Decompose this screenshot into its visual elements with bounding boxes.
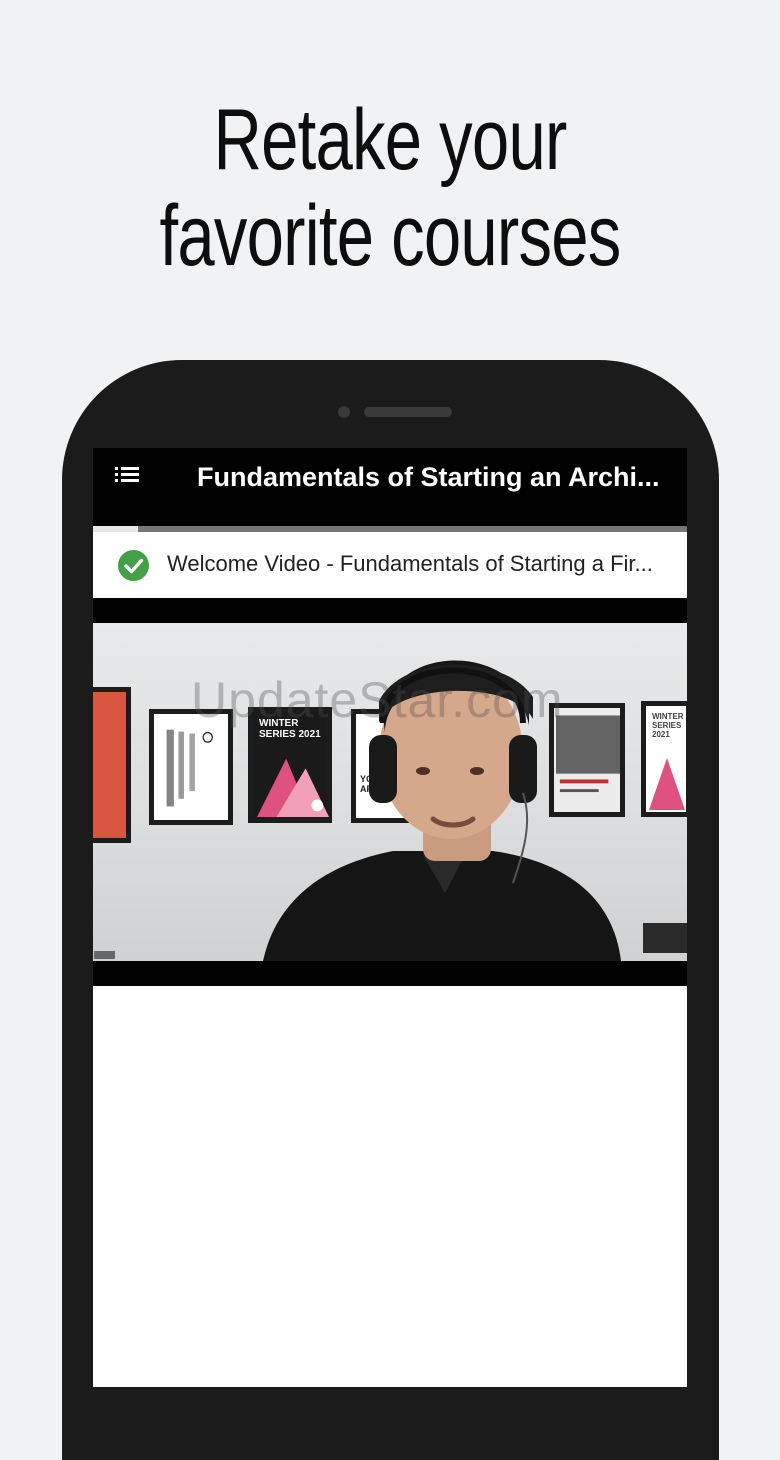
video-player[interactable]: WINTER SERIES 2021 YOUNG ARCHITECT WINTE [93,598,687,986]
lesson-title: Welcome Video - Fundamentals of Starting… [167,551,653,576]
watermark: UpdateStar.com [191,672,564,728]
lesson-item[interactable]: Welcome Video - Fundamentals of Starting… [93,532,687,598]
headline: Retake your favorite courses [0,92,780,284]
lesson-content [93,986,687,1387]
phone-screen: Fundamentals of Starting an Archi... Wel… [93,448,687,1387]
video-frame[interactable]: WINTER SERIES 2021 YOUNG ARCHITECT WINTE [93,623,687,961]
headline-line-2: favorite courses [159,188,621,284]
app-bar: Fundamentals of Starting an Archi... [93,448,687,526]
camera-icon [338,406,350,418]
course-title: Fundamentals of Starting an Archi... [197,462,660,492]
headline-line-1: Retake your [213,92,567,188]
speaker-grille [364,407,452,417]
check-circle-icon [118,550,149,581]
participant-name-tag [94,951,115,959]
list-menu-icon[interactable] [115,467,145,487]
